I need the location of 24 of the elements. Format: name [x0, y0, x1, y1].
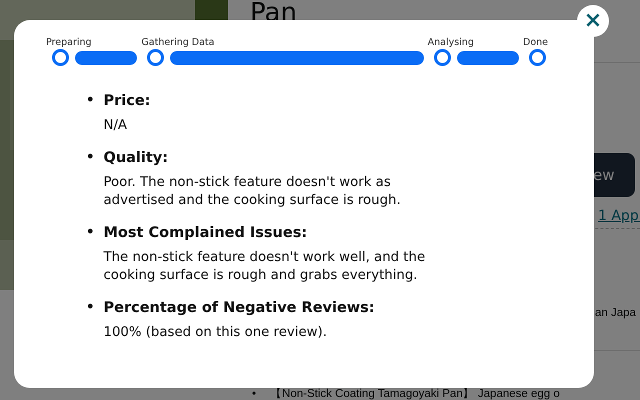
bullet-marker: •: [86, 149, 94, 167]
bullet-marker: •: [86, 224, 94, 242]
step-circle: [52, 49, 69, 66]
item-heading: Most Complained Issues:: [104, 224, 308, 243]
step-label: Done: [523, 36, 548, 49]
item-text: N/A: [104, 117, 128, 135]
item-text: The non-stick feature doesn't work well, and the cooking surface is rough and grabs everything.: [104, 249, 426, 285]
step-circle: [147, 49, 164, 66]
item-text: Poor. The non-stick feature doesn't work as advertised and the cooking surface is rough.: [104, 174, 402, 210]
offer-link[interactable]: 1 Appl: [598, 206, 640, 227]
bullet-marker: •: [86, 299, 94, 317]
item-heading: Quality:: [104, 149, 170, 168]
step-label: Preparing: [46, 36, 93, 49]
item-heading: Percentage of Negative Reviews:: [104, 299, 375, 318]
step-label: Analysing: [428, 36, 475, 49]
step-circle: [529, 49, 546, 66]
step-circle: [434, 49, 451, 66]
item-heading: Price:: [104, 92, 150, 111]
step-label: Gathering Data: [141, 36, 216, 49]
close-button[interactable]: ×: [577, 5, 609, 37]
description-text: an Japa: [595, 306, 636, 321]
bullet-marker: •: [86, 92, 94, 110]
item-text: 100% (based on this one review).: [104, 324, 328, 342]
bullet-marker: •: [252, 388, 256, 400]
